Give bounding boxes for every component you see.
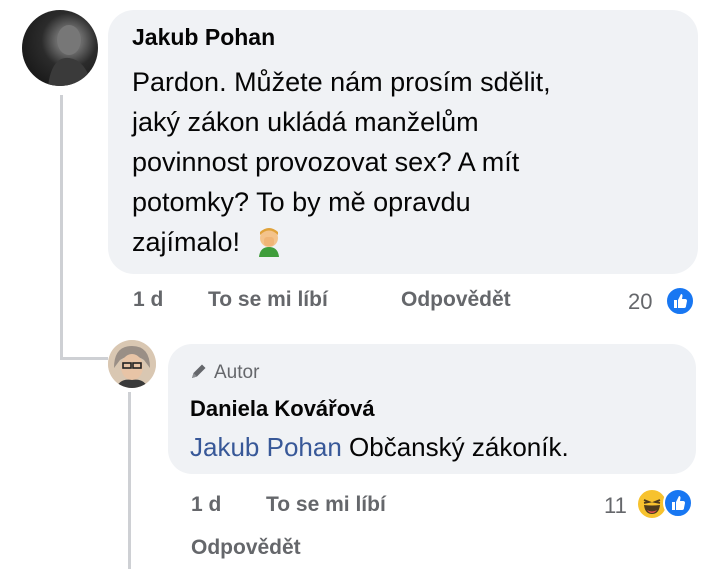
comment-line: povinnost provozovat sex? A mít xyxy=(132,147,520,177)
reply-bubble: Autor Daniela Kovářová Jakub Pohan Občan… xyxy=(168,344,696,474)
comment-line: Pardon. Můžete nám prosím sdělit, xyxy=(132,67,551,97)
reply-reply-button[interactable]: Odpovědět xyxy=(191,536,301,560)
author-badge: Autor xyxy=(190,362,259,384)
thread-connector xyxy=(60,357,108,360)
comment-line-last: zajímalo! xyxy=(132,222,551,262)
comment-line: jaký zákon ukládá manželům xyxy=(132,107,479,137)
avatar-jakub-pohan[interactable] xyxy=(22,10,98,86)
comment-line: zajímalo! xyxy=(132,227,241,257)
reply-author[interactable]: Daniela Kovářová xyxy=(190,396,375,422)
author-badge-label: Autor xyxy=(214,362,260,383)
comment-time[interactable]: 1 d xyxy=(133,288,163,312)
reply-message: Občanský zákoník. xyxy=(349,432,569,462)
avatar-daniela-kovarova[interactable] xyxy=(108,340,156,388)
reply-like-button[interactable]: To se mi líbí xyxy=(266,493,386,517)
reply-reaction-count[interactable]: 11 xyxy=(604,493,627,519)
like-icon[interactable] xyxy=(663,488,693,518)
comment-like-button[interactable]: To se mi líbí xyxy=(208,288,328,312)
comment-line: potomky? To by mě opravdu xyxy=(132,187,471,217)
reply-time[interactable]: 1 d xyxy=(191,493,221,517)
comment-text: Pardon. Můžete nám prosím sdělit, jaký z… xyxy=(132,62,551,262)
comment-bubble: Jakub Pohan Pardon. Můžete nám prosím sd… xyxy=(108,10,698,274)
avatar-silhouette xyxy=(48,25,92,86)
like-icon[interactable] xyxy=(665,286,695,316)
mention-link[interactable]: Jakub Pohan xyxy=(190,432,342,462)
thread-line xyxy=(60,95,63,360)
comment-author[interactable]: Jakub Pohan xyxy=(132,24,275,51)
pencil-icon xyxy=(190,362,208,380)
avatar-portrait xyxy=(108,340,156,388)
reply-text: Jakub Pohan Občanský zákoník. xyxy=(190,432,569,463)
facepalm-emoji-icon xyxy=(256,225,282,257)
comment-reaction-count[interactable]: 20 xyxy=(628,289,652,315)
comment-reply-button[interactable]: Odpovědět xyxy=(401,288,511,312)
reply-thread-line xyxy=(128,392,131,569)
